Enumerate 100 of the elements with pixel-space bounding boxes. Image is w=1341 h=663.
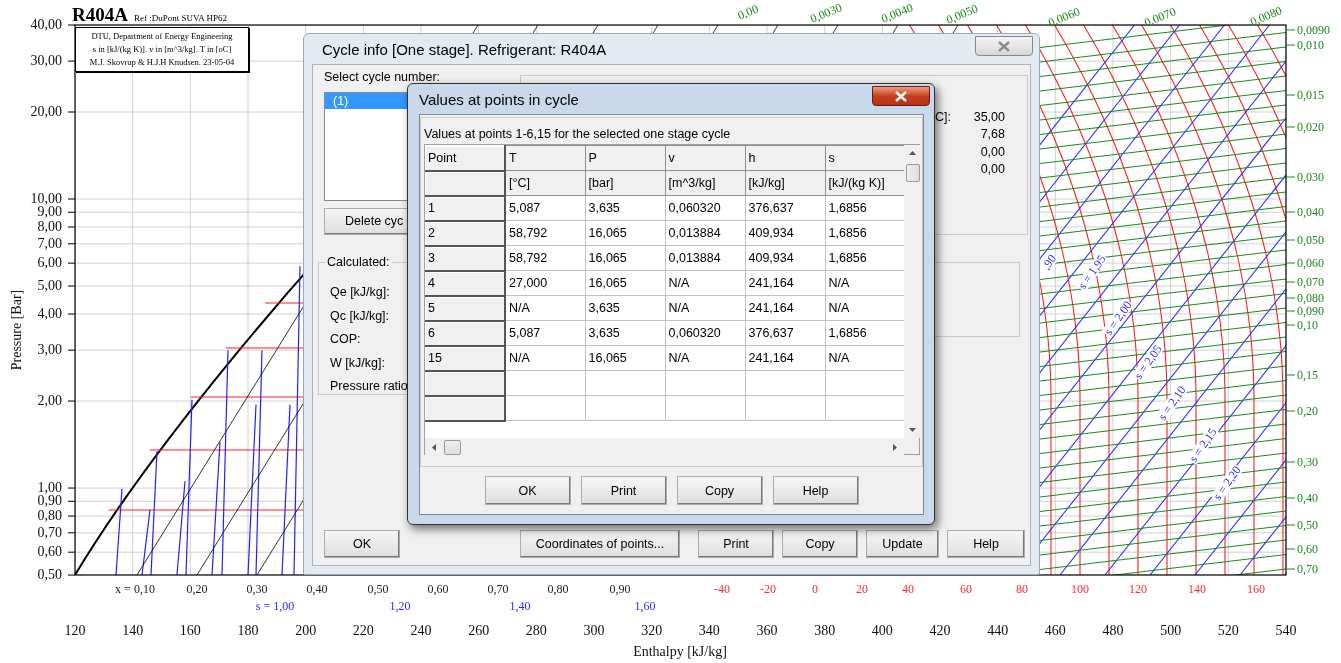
parameter-value: 7,68 — [979, 127, 1005, 142]
table-cell: 0,013884 — [665, 220, 745, 246]
enthalpy-tick-label: 460 — [1044, 624, 1066, 638]
dialog-button[interactable]: Copy — [676, 476, 763, 505]
close-icon — [895, 90, 907, 102]
scroll-down-arrow-icon[interactable] — [909, 428, 916, 432]
enthalpy-tick-label: 520 — [1217, 624, 1239, 638]
scrollbar-thumb[interactable] — [905, 164, 920, 182]
dialog-button[interactable]: OK — [484, 476, 571, 505]
close-button[interactable] — [872, 86, 930, 106]
dialog-button[interactable]: Coordinates of points... — [520, 530, 680, 558]
dialog-button[interactable]: OK — [324, 530, 400, 558]
table-cell: 0,013884 — [665, 245, 745, 271]
column-header: Point — [425, 145, 505, 171]
dialog-button[interactable]: Update — [866, 530, 939, 558]
dialog-button[interactable]: Help — [947, 530, 1025, 558]
row-header: 15 — [425, 345, 505, 371]
enthalpy-tick-label: 140 — [122, 624, 144, 638]
volume-label: 0,30 — [1297, 456, 1318, 468]
pressure-tick-label: 0,60 — [37, 545, 62, 560]
quality-label: x = 0,10 — [115, 583, 155, 595]
volume-label: 0,40 — [1297, 492, 1318, 504]
table-cell: 376,637 — [745, 320, 825, 346]
result-label: Qc [kJ/kg]: — [330, 308, 390, 325]
y-axis-label: Pressure [Bar] — [10, 289, 24, 371]
enthalpy-tick-label: 120 — [64, 624, 86, 638]
volume-label: 0,0090 — [1297, 24, 1330, 36]
scroll-right-arrow-icon[interactable] — [893, 443, 897, 451]
temperature-label: 140 — [1188, 583, 1206, 595]
enthalpy-tick-label: 180 — [237, 624, 259, 638]
table-cell: N/A — [665, 295, 745, 321]
table-cell: 5,087 — [505, 320, 585, 346]
row-header: 4 — [425, 270, 505, 296]
quality-label: 0,90 — [609, 583, 631, 595]
unit-header: [°C] — [505, 170, 585, 196]
scroll-up-arrow-icon[interactable] — [909, 151, 916, 155]
volume-label: 0,080 — [1297, 292, 1324, 304]
dialog-button[interactable]: Print — [698, 530, 774, 558]
enthalpy-tick-label: 160 — [179, 624, 201, 638]
vertical-scrollbar[interactable] — [904, 145, 921, 438]
dialog-button[interactable]: Help — [772, 476, 859, 505]
scrollbar-thumb[interactable] — [444, 439, 461, 455]
info-text: M.J. Skovrup & H.J.H Knudsen. 23-05-04 — [89, 56, 235, 69]
volume-label: 0,50 — [1297, 519, 1318, 531]
enthalpy-tick-label: 200 — [295, 624, 317, 638]
quality-label: 0,50 — [367, 583, 389, 595]
pressure-tick-label: 6,00 — [37, 256, 62, 271]
pressure-tick-label: 3,00 — [37, 343, 62, 358]
volume-label: 0,070 — [1297, 276, 1324, 288]
entropy-label: 1,60 — [634, 600, 656, 612]
parameter-label: C]: — [935, 109, 951, 124]
pressure-tick-label: 30,00 — [30, 54, 62, 69]
dialog-button[interactable]: Copy — [782, 530, 858, 558]
table-cell: 241,164 — [745, 270, 825, 296]
enthalpy-tick-label: 340 — [698, 624, 720, 638]
pressure-tick-label: 5,00 — [37, 279, 62, 293]
x-axis-label: Enthalpy [kJ/kg] — [633, 645, 727, 659]
quality-label: 0,20 — [186, 583, 208, 595]
row-header: 5 — [425, 295, 505, 321]
column-header: T — [505, 145, 585, 171]
quality-label: 0,70 — [487, 583, 509, 595]
volume-label: 0,050 — [1297, 234, 1324, 246]
entropy-label: 1,20 — [389, 600, 411, 612]
column-header: h — [745, 145, 825, 171]
volume-label: 0,10 — [1297, 319, 1318, 331]
enthalpy-tick-label: 260 — [468, 624, 490, 638]
enthalpy-tick-label: 280 — [525, 624, 547, 638]
volume-label: 0,015 — [1297, 89, 1324, 101]
pressure-tick-label: 8,00 — [37, 220, 62, 234]
table-cell: 0,060320 — [665, 320, 745, 346]
volume-label: 0,010 — [1297, 39, 1324, 51]
volume-label: 0,020 — [1297, 121, 1324, 133]
dialog-button[interactable]: Print — [580, 476, 667, 505]
pressure-tick-label: 20,00 — [30, 105, 62, 119]
row-header: 3 — [425, 245, 505, 271]
volume-label: 0,20 — [1297, 405, 1318, 417]
description-text: Values at points 1-6,15 for the selected one stage cycle — [424, 127, 732, 143]
pressure-tick-label: 0,50 — [37, 568, 62, 583]
window-title: Cycle info [One stage]. Refrigerant: R404A — [322, 40, 607, 58]
scroll-left-arrow-icon[interactable] — [432, 443, 436, 451]
info-text: s in [kJ/(kg K)]. v in [m^3/kg]. T in [oC] — [92, 43, 232, 56]
volume-label: 0,060 — [1297, 257, 1324, 269]
enthalpy-tick-label: 360 — [756, 624, 778, 638]
result-label: Qe [kJ/kg]: — [330, 285, 390, 301]
group-title: Calculated: — [325, 255, 392, 269]
table-cell: 16,065 — [585, 220, 665, 246]
volume-label: 0,0040 — [879, 1, 915, 25]
pressure-tick-label: 0,70 — [37, 525, 62, 540]
table-cell: 241,164 — [745, 345, 825, 371]
table-cell: 3,635 — [585, 295, 665, 321]
table-cell: 3,635 — [585, 320, 665, 346]
pressure-tick-label: 10,00 — [30, 192, 62, 206]
table-cell: N/A — [505, 295, 585, 321]
volume-label: 0,0060 — [1046, 5, 1082, 29]
pressure-tick-label: 4,00 — [37, 307, 62, 322]
entropy-label: s = 1,00 — [255, 600, 295, 612]
temperature-label: 120 — [1129, 583, 1147, 595]
temperature-label: 160 — [1247, 583, 1265, 595]
enthalpy-tick-label: 400 — [871, 624, 893, 638]
parameter-value: 0,00 — [979, 144, 1005, 159]
